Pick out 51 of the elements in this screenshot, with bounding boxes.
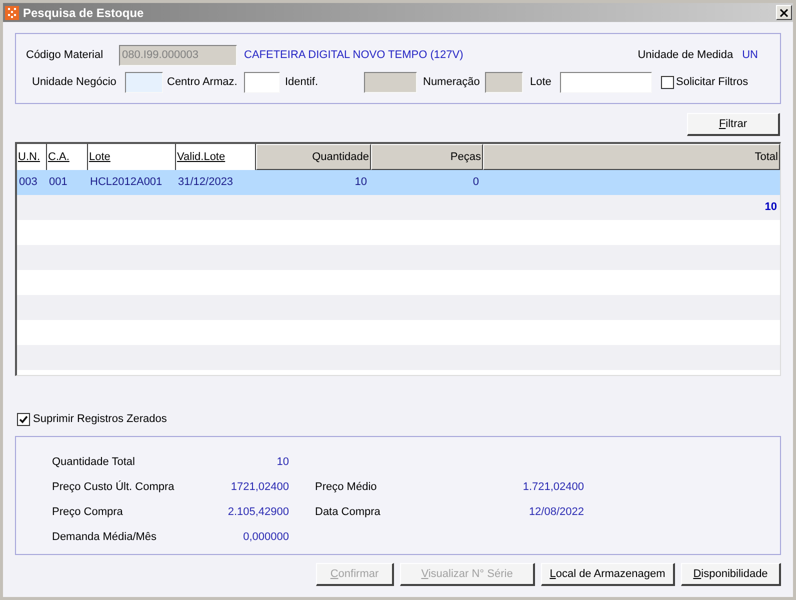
field-label: Preço Médio xyxy=(315,480,377,496)
column-header[interactable]: Peças xyxy=(371,144,483,170)
input-field[interactable] xyxy=(244,72,280,93)
checkbox[interactable] xyxy=(17,412,30,426)
total-value: 10 xyxy=(764,200,777,216)
column-header[interactable]: Valid.Lote xyxy=(176,144,256,170)
window-title: Pesquisa de Estoque xyxy=(23,4,144,22)
filter-button[interactable]: Filtrar xyxy=(687,113,780,136)
field-label: Código Material xyxy=(26,48,104,64)
input-field[interactable] xyxy=(560,72,652,93)
field-label: Centro Armaz. xyxy=(167,75,238,90)
input-field[interactable] xyxy=(125,72,163,93)
column-header[interactable]: Total xyxy=(483,144,780,170)
check-icon xyxy=(19,414,28,424)
unit-value: UN xyxy=(742,48,758,64)
field-label: Preço Compra xyxy=(52,505,123,520)
table-cell-text: 31/12/2023 xyxy=(178,175,234,190)
field-value: 2.105,42900 xyxy=(228,505,289,520)
field-value: 1.721,02400 xyxy=(522,480,584,496)
field-label: Data Compra xyxy=(315,505,380,520)
field-label: Identif. xyxy=(285,75,318,90)
checkbox-label: Solicitar Filtros xyxy=(676,75,748,90)
table-cell-text: HCL2012A001 xyxy=(90,175,162,190)
close-button[interactable] xyxy=(776,5,792,20)
field-label: Unidade Negócio xyxy=(32,75,116,90)
app-icon xyxy=(5,6,19,20)
field-value: 1721,02400 xyxy=(230,480,289,496)
column-header[interactable]: Lote xyxy=(88,144,176,170)
checkbox[interactable] xyxy=(661,76,674,89)
column-header[interactable]: C.A. xyxy=(47,144,88,170)
table-cell-text: 0 xyxy=(472,175,479,190)
checkbox-label: Suprimir Registros Zerados xyxy=(33,412,167,427)
table-cell-text: 001 xyxy=(49,175,68,190)
action-button[interactable]: Local de Armazenagem xyxy=(541,563,675,586)
material-description: CAFETEIRA DIGITAL NOVO TEMPO (127V) xyxy=(244,48,464,64)
action-button[interactable]: Disponibilidade xyxy=(681,563,781,586)
field-value: 12/08/2022 xyxy=(528,505,584,520)
table-row[interactable]: 003 001 HCL2012A001 31/12/2023 10 0 xyxy=(17,170,780,195)
field-label: Unidade de Medida xyxy=(638,48,734,64)
field-value: 10 xyxy=(276,455,289,470)
field-label: Numeração xyxy=(423,75,480,90)
column-header[interactable]: Quantidade xyxy=(256,144,371,170)
table-cell-text: 003 xyxy=(19,175,38,190)
field-label: Quantidade Total xyxy=(52,455,135,470)
close-icon xyxy=(780,8,788,16)
field-value: 0,000000 xyxy=(243,530,289,546)
field-label: Demanda Média/Mês xyxy=(52,530,157,546)
column-header[interactable]: U.N. xyxy=(17,144,47,170)
field-label: Preço Custo Últ. Compra xyxy=(52,480,174,496)
field-label: Lote xyxy=(530,75,552,90)
table-cell-text: 10 xyxy=(354,175,367,190)
